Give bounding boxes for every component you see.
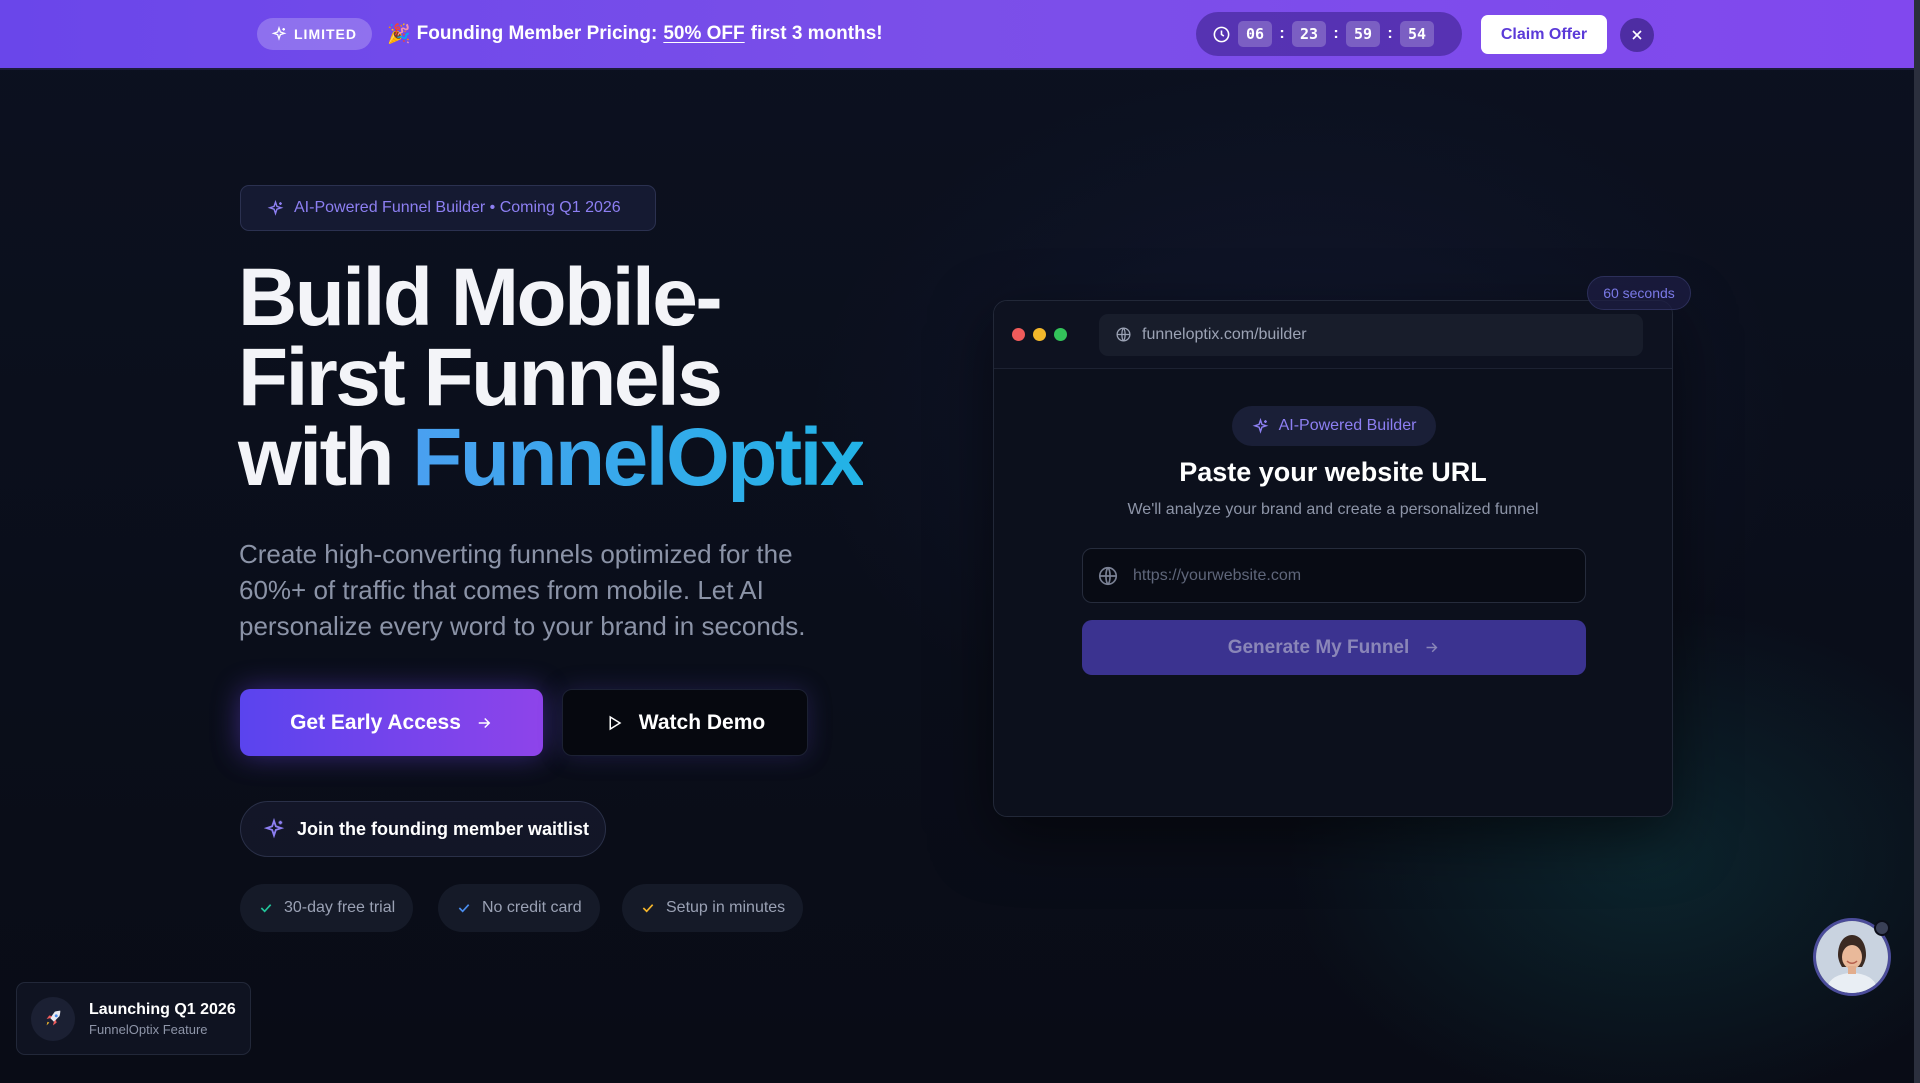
ai-builder-label: AI-Powered Builder	[1278, 417, 1417, 434]
coming-soon-label: AI-Powered Funnel Builder • Coming Q1 20…	[294, 199, 621, 216]
countdown-days: 06	[1238, 21, 1272, 47]
globe-icon	[1098, 566, 1118, 585]
window-maximize-dot	[1054, 328, 1067, 341]
play-icon	[609, 715, 622, 730]
promo-text: 🎉 Founding Member Pricing: 50% OFF first…	[387, 22, 883, 46]
watch-demo-label: Watch Demo	[638, 710, 766, 734]
arrow-right-icon	[1426, 642, 1438, 653]
countdown-timer: 06 : 23 : 59 : 54	[1196, 12, 1462, 56]
countdown-minutes: 59	[1346, 21, 1380, 47]
rocket-icon	[31, 996, 75, 1041]
promo-text-suffix: first 3 months!	[750, 23, 883, 44]
close-icon	[1632, 30, 1642, 40]
countdown-hours: 23	[1292, 21, 1326, 47]
builder-preview-card: funneloptix.com/builder AI-Powered Build…	[993, 300, 1673, 817]
sparkle-icon	[1252, 417, 1268, 434]
arrow-right-icon	[478, 717, 491, 728]
check-icon	[260, 904, 272, 913]
promo-text-prefix: Founding Member Pricing:	[416, 23, 658, 44]
limited-badge: LIMITED	[257, 18, 372, 50]
waitlist-label: Join the founding member waitlist	[297, 818, 590, 839]
builder-title: Paste your website URL	[1179, 457, 1487, 487]
toast-subtitle: FunnelOptix Feature	[89, 1021, 208, 1037]
party-icon: 🎉	[387, 24, 411, 45]
feature-chip-label: No credit card	[482, 899, 582, 916]
launch-toast[interactable]: Launching Q1 2026 FunnelOptix Feature	[16, 982, 251, 1055]
feature-chip-free-trial: 30-day free trial	[240, 884, 414, 932]
countdown-separator: :	[1333, 25, 1339, 42]
headline-line-2: First Funnels	[238, 332, 723, 423]
hero-subtext: Create high-converting funnels optimized…	[239, 539, 806, 641]
hero-headline: Build Mobile- First Funnels with FunnelO…	[238, 257, 878, 499]
get-early-access-button[interactable]: Get Early Access	[240, 689, 543, 756]
check-icon	[458, 904, 470, 913]
ai-builder-pill: AI-Powered Builder	[1232, 406, 1436, 446]
feature-chip-no-credit-card: No credit card	[438, 884, 600, 932]
sparkle-icon	[267, 199, 284, 216]
website-url-field[interactable]	[1082, 548, 1586, 603]
coming-soon-pill: AI-Powered Funnel Builder • Coming Q1 20…	[240, 185, 656, 231]
browser-chrome: funneloptix.com/builder	[994, 301, 1672, 369]
browser-url-bar: funneloptix.com/builder	[1099, 313, 1643, 356]
check-icon	[642, 904, 654, 913]
countdown-separator: :	[1387, 25, 1393, 42]
feature-chip-label: Setup in minutes	[666, 899, 786, 916]
feature-chip-setup: Setup in minutes	[622, 884, 804, 932]
toast-title: Launching Q1 2026	[89, 1000, 236, 1018]
headline-line-1: Build Mobile-	[238, 252, 723, 343]
watch-demo-button[interactable]: Watch Demo	[562, 689, 808, 756]
globe-icon	[1116, 327, 1131, 342]
browser-url-text: funneloptix.com/builder	[1142, 325, 1307, 343]
timer-tag: 60 seconds	[1587, 276, 1691, 310]
sparkle-icon	[271, 26, 287, 41]
claim-offer-button[interactable]: Claim Offer	[1481, 15, 1607, 54]
clock-icon	[1213, 26, 1230, 42]
generate-funnel-label: Generate My Funnel	[1227, 636, 1410, 658]
headline-brand: FunnelOptix	[412, 412, 865, 503]
headline-line-3-prefix: with	[238, 412, 413, 503]
promo-discount: 50% OFF	[663, 23, 745, 44]
limited-badge-label: LIMITED	[294, 26, 357, 42]
online-status-dot	[1874, 920, 1890, 936]
get-early-access-label: Get Early Access	[290, 710, 461, 734]
generate-funnel-button[interactable]: Generate My Funnel	[1082, 620, 1586, 675]
close-banner-button[interactable]	[1620, 18, 1654, 52]
builder-subtitle: We'll analyze your brand and create a pe…	[1127, 501, 1539, 518]
waitlist-button[interactable]: Join the founding member waitlist	[240, 801, 606, 857]
window-minimize-dot	[1033, 328, 1046, 341]
promo-banner: LIMITED 🎉 Founding Member Pricing: 50% O…	[0, 0, 1918, 70]
website-url-input[interactable]	[1133, 566, 1563, 585]
countdown-separator: :	[1279, 25, 1285, 42]
window-close-dot	[1012, 328, 1025, 341]
sparkle-icon	[263, 818, 285, 839]
countdown-seconds: 54	[1400, 21, 1434, 47]
page-scrollbar[interactable]	[1914, 0, 1920, 1083]
feature-chip-label: 30-day free trial	[284, 899, 396, 916]
